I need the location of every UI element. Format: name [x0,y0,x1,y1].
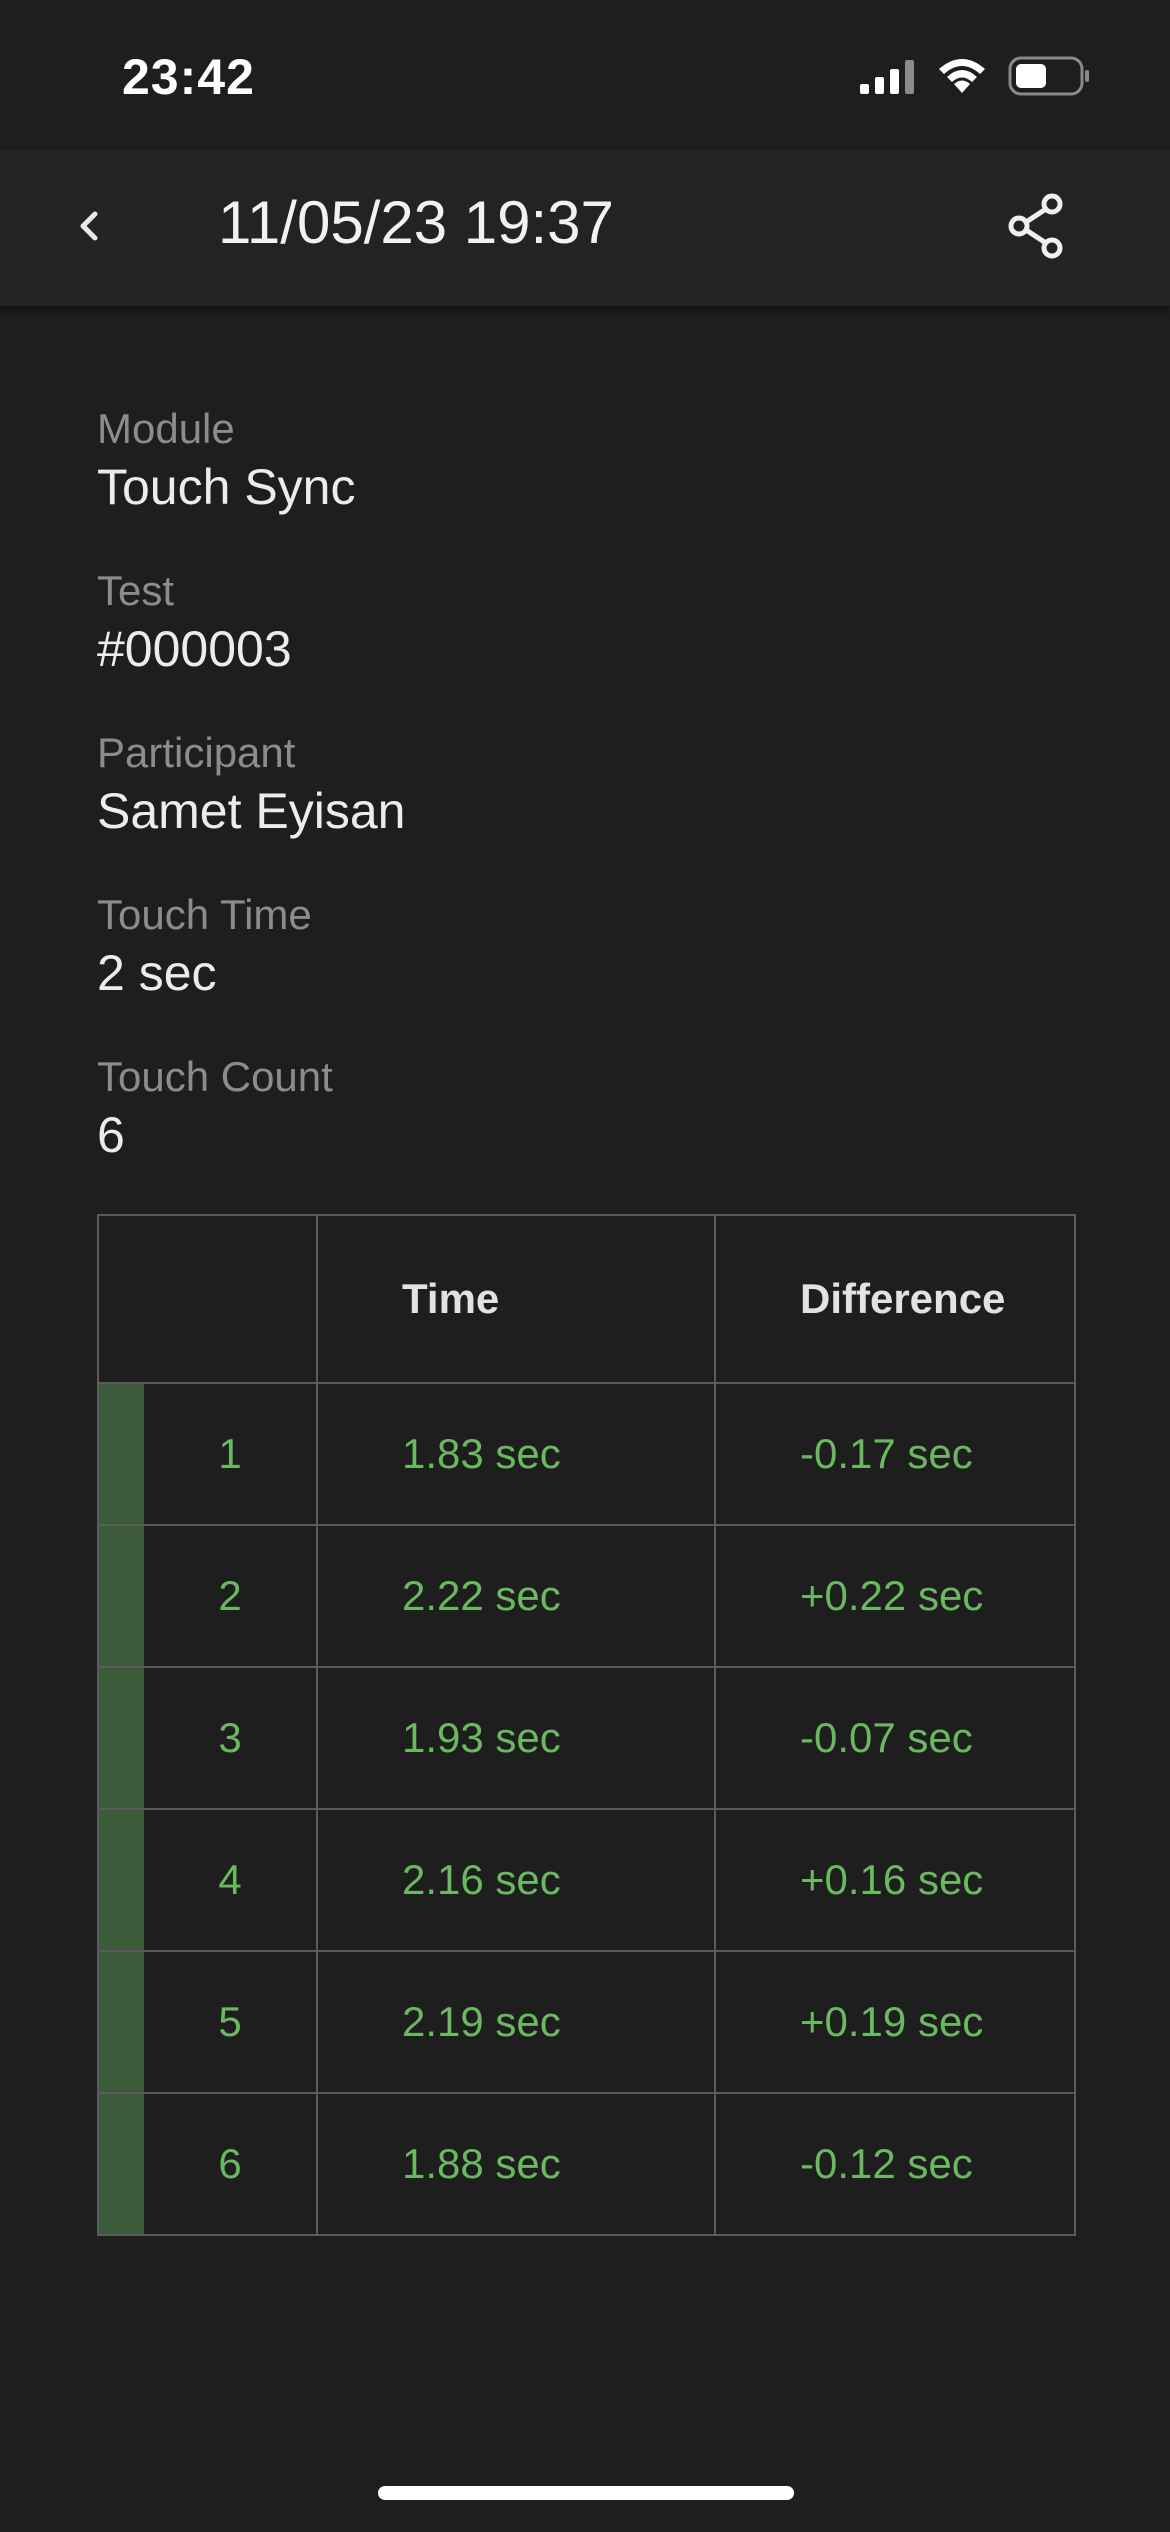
difference-value: -0.17 sec [800,1430,973,1477]
table-row: 3 1.93 sec -0.07 sec [97,1666,1076,1810]
time-value: 1.83 sec [402,1430,561,1477]
difference-cell: -0.17 sec [714,1382,1076,1526]
table-row: 1 1.83 sec -0.17 sec [97,1382,1076,1526]
detail-value: 6 [97,1107,125,1163]
difference-cell: -0.07 sec [714,1666,1076,1810]
detail-participant: Participant Samet Eyisan [97,726,1077,888]
chevron-left-icon [75,206,105,251]
difference-value: +0.16 sec [800,1856,984,1903]
share-icon [1004,193,1068,264]
time-value: 2.19 sec [402,1998,561,2045]
cellular-signal-icon [860,58,916,99]
detail-label: Participant [97,729,296,776]
difference-value: +0.22 sec [800,1572,984,1619]
detail-label: Test [97,567,175,614]
time-cell: 2.22 sec [316,1524,716,1668]
time-cell: 1.93 sec [316,1666,716,1810]
row-index: 6 [218,2140,242,2187]
row-index-cell: 1 [97,1382,318,1526]
detail-label: Module [97,405,235,452]
row-index-cell: 3 [97,1666,318,1810]
row-index-cell: 6 [97,2092,318,2236]
row-index-cell: 2 [97,1524,318,1668]
app-bar: 11/05/23 19:37 [0,150,1170,306]
page-title: 11/05/23 19:37 [218,189,614,256]
wifi-icon [936,57,988,100]
back-button[interactable] [52,190,128,266]
time-value: 1.93 sec [402,1714,561,1761]
difference-cell: +0.16 sec [714,1808,1076,1952]
difference-value: +0.19 sec [800,1998,984,2045]
time-value: 1.88 sec [402,2140,561,2187]
row-index: 5 [218,1998,242,2045]
test-details: Module Touch Sync Test #000003 Participa… [97,402,1077,1212]
row-index: 3 [218,1714,242,1761]
column-header-label: Time [402,1275,500,1322]
time-value: 2.16 sec [402,1856,561,1903]
battery-icon [1008,56,1090,101]
difference-cell: -0.12 sec [714,2092,1076,2236]
results-table: Time Difference 1 1.83 sec -0.17 sec 2 2… [97,1214,1076,2236]
table-row: 2 2.22 sec +0.22 sec [97,1524,1076,1668]
time-cell: 2.19 sec [316,1950,716,2094]
table-row: 6 1.88 sec -0.12 sec [97,2092,1076,2236]
column-header-index [97,1214,318,1384]
time-value: 2.22 sec [402,1572,561,1619]
row-index-cell: 5 [97,1950,318,2094]
status-icons [860,54,1090,102]
difference-cell: +0.22 sec [714,1524,1076,1668]
time-cell: 1.83 sec [316,1382,716,1526]
row-status-stripe [99,1526,144,1666]
difference-value: -0.07 sec [800,1714,973,1761]
row-index-cell: 4 [97,1808,318,1952]
column-header-label: Difference [800,1275,1006,1322]
table-row: 5 2.19 sec +0.19 sec [97,1950,1076,2094]
row-status-stripe [99,1952,144,2092]
row-index: 2 [218,1572,242,1619]
table-row: 4 2.16 sec +0.16 sec [97,1808,1076,1952]
column-header-time: Time [316,1214,716,1384]
detail-label: Touch Count [97,1053,333,1100]
table-header-row: Time Difference [97,1214,1076,1384]
detail-touch-count: Touch Count 6 [97,1050,1077,1212]
detail-value: Samet Eyisan [97,783,406,839]
column-header-difference: Difference [714,1214,1076,1384]
detail-touch-time: Touch Time 2 sec [97,888,1077,1050]
row-index: 1 [218,1430,242,1477]
status-time: 23:42 [122,49,255,105]
row-index: 4 [218,1856,242,1903]
row-status-stripe [99,1668,144,1808]
row-status-stripe [99,1384,144,1524]
share-button[interactable] [994,186,1078,270]
difference-cell: +0.19 sec [714,1950,1076,2094]
detail-test: Test #000003 [97,564,1077,726]
detail-value: 2 sec [97,945,217,1001]
difference-value: -0.12 sec [800,2140,973,2187]
home-indicator[interactable] [378,2486,794,2500]
detail-module: Module Touch Sync [97,402,1077,564]
row-status-stripe [99,1810,144,1950]
detail-value: Touch Sync [97,459,356,515]
time-cell: 1.88 sec [316,2092,716,2236]
detail-label: Touch Time [97,891,312,938]
time-cell: 2.16 sec [316,1808,716,1952]
row-status-stripe [99,2094,144,2234]
detail-value: #000003 [97,621,292,677]
status-bar: 23:42 [0,0,1170,150]
